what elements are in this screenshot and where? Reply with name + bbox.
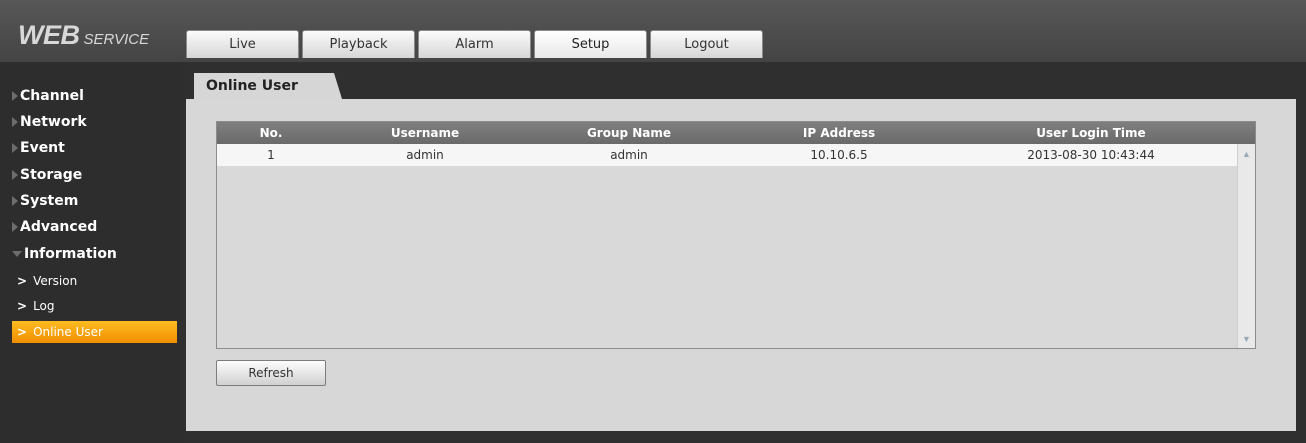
cell-group-name: admin (610, 148, 648, 162)
table-scrollbar[interactable]: ▲ ▼ (1237, 144, 1255, 348)
tab-alarm[interactable]: Alarm (418, 30, 531, 58)
logo: WEB SERVICE (18, 20, 149, 51)
triangle-right-icon (12, 91, 18, 101)
tab-playback[interactable]: Playback (302, 30, 415, 58)
sidebar-item-storage[interactable]: Storage (12, 163, 177, 187)
cell-login-time: 2013-08-30 10:43:44 (1027, 148, 1155, 162)
subitem-label: Version (33, 274, 78, 288)
refresh-button[interactable]: Refresh (216, 360, 326, 386)
sidebar-subitem-online-user[interactable]: > Online User (12, 321, 177, 343)
triangle-right-icon (12, 222, 18, 232)
col-group-name: Group Name (586, 126, 672, 140)
chevron-right-icon: > (17, 299, 28, 313)
col-no: No. (259, 126, 283, 140)
sidebar-item-advanced[interactable]: Advanced (12, 215, 177, 239)
sidebar-item-event[interactable]: Event (12, 136, 177, 160)
triangle-down-icon (12, 251, 22, 257)
triangle-right-icon (12, 196, 18, 206)
col-ip-address: IP Address (802, 126, 876, 140)
cell-ip-address: 10.10.6.5 (810, 148, 868, 162)
sidebar-subitem-version[interactable]: > Version (12, 270, 177, 292)
subitem-label: Log (33, 299, 55, 313)
sidebar-item-label: Channel (20, 88, 84, 104)
sidebar: Channel Network Event Storage System Adv… (0, 62, 180, 443)
content-tab-online-user[interactable]: Online User (194, 73, 342, 99)
triangle-right-icon (12, 143, 18, 153)
table-row[interactable]: 1 admin admin 10.10.6.5 2013-08-30 10:43… (217, 144, 1239, 166)
tab-live[interactable]: Live (186, 30, 299, 58)
scroll-down-icon[interactable]: ▼ (1239, 331, 1254, 346)
sidebar-item-label: System (20, 193, 79, 209)
chevron-right-icon: > (17, 325, 28, 339)
sidebar-item-label: Advanced (20, 219, 98, 235)
sidebar-item-network[interactable]: Network (12, 110, 177, 134)
content-panel: No. Username Group Name IP Address User … (186, 99, 1296, 431)
sidebar-item-channel[interactable]: Channel (12, 84, 177, 108)
sidebar-item-information[interactable]: Information (12, 242, 177, 266)
sidebar-item-label: Event (20, 140, 65, 156)
table-header: No. Username Group Name IP Address User … (217, 122, 1255, 144)
top-bar: WEB SERVICE Live Playback Alarm Setup Log… (0, 0, 1306, 62)
cell-username: admin (406, 148, 444, 162)
sidebar-item-system[interactable]: System (12, 189, 177, 213)
tab-setup[interactable]: Setup (534, 30, 647, 58)
chevron-right-icon: > (17, 274, 28, 288)
subitem-label: Online User (33, 325, 103, 339)
sidebar-item-label: Information (24, 246, 117, 262)
triangle-right-icon (12, 117, 18, 127)
tab-logout[interactable]: Logout (650, 30, 763, 58)
col-username: Username (390, 126, 460, 140)
sidebar-item-label: Storage (20, 167, 83, 183)
scroll-up-icon[interactable]: ▲ (1239, 146, 1254, 161)
logo-sub: SERVICE (83, 31, 150, 48)
online-user-table: No. Username Group Name IP Address User … (216, 121, 1256, 349)
sidebar-subitem-log[interactable]: > Log (12, 295, 177, 317)
main-nav: Live Playback Alarm Setup Logout (186, 30, 763, 58)
sidebar-item-label: Network (20, 114, 87, 130)
triangle-right-icon (12, 170, 18, 180)
cell-no: 1 (267, 148, 275, 162)
col-login-time: User Login Time (1036, 126, 1146, 140)
logo-main: WEB (18, 20, 80, 50)
